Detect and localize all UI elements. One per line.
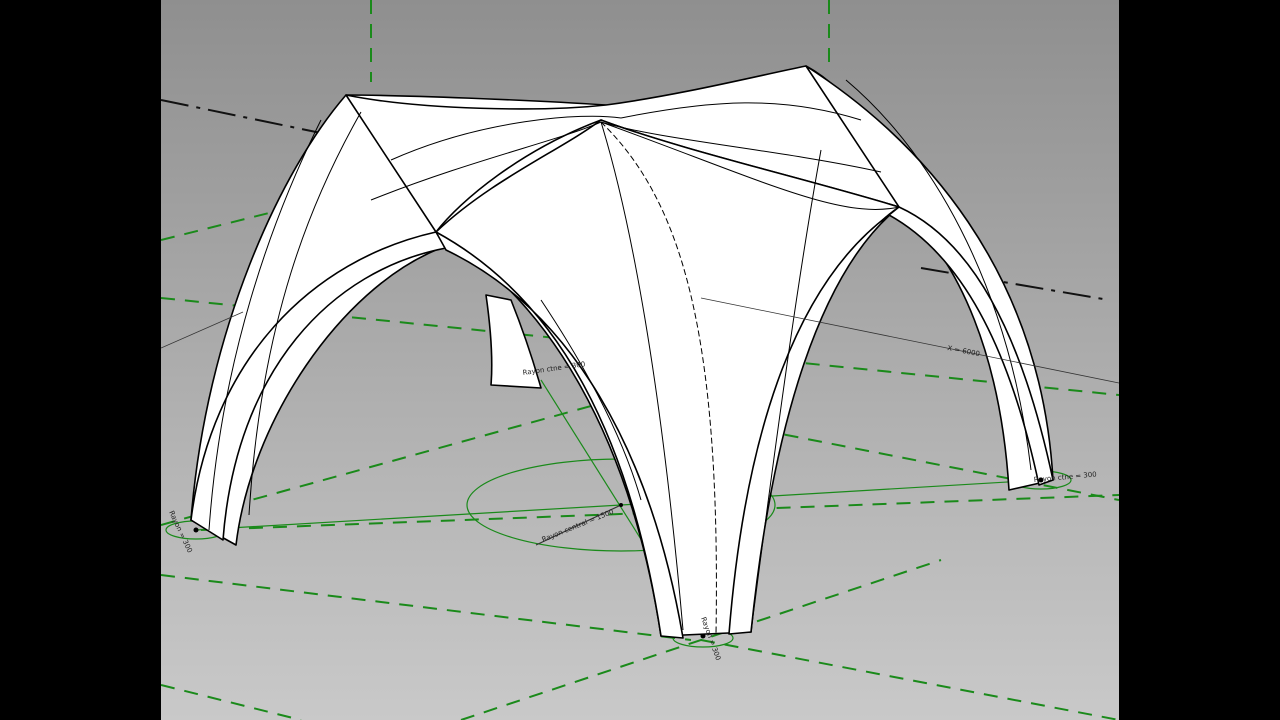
app-window: Rayon central = 1500 Rayon ctne = 300 Ra…	[0, 0, 1280, 720]
vault-model-view[interactable]: Rayon central = 1500 Rayon ctne = 300 Ra…	[161, 0, 1119, 720]
foot-marker-right	[1038, 477, 1044, 483]
left-letterbox	[0, 0, 161, 720]
foot-marker-left	[193, 527, 199, 533]
right-letterbox	[1119, 0, 1280, 720]
center-marker	[619, 503, 623, 507]
foot-marker-bottom	[700, 633, 706, 639]
3d-viewport[interactable]: Rayon central = 1500 Rayon ctne = 300 Ra…	[161, 0, 1119, 720]
